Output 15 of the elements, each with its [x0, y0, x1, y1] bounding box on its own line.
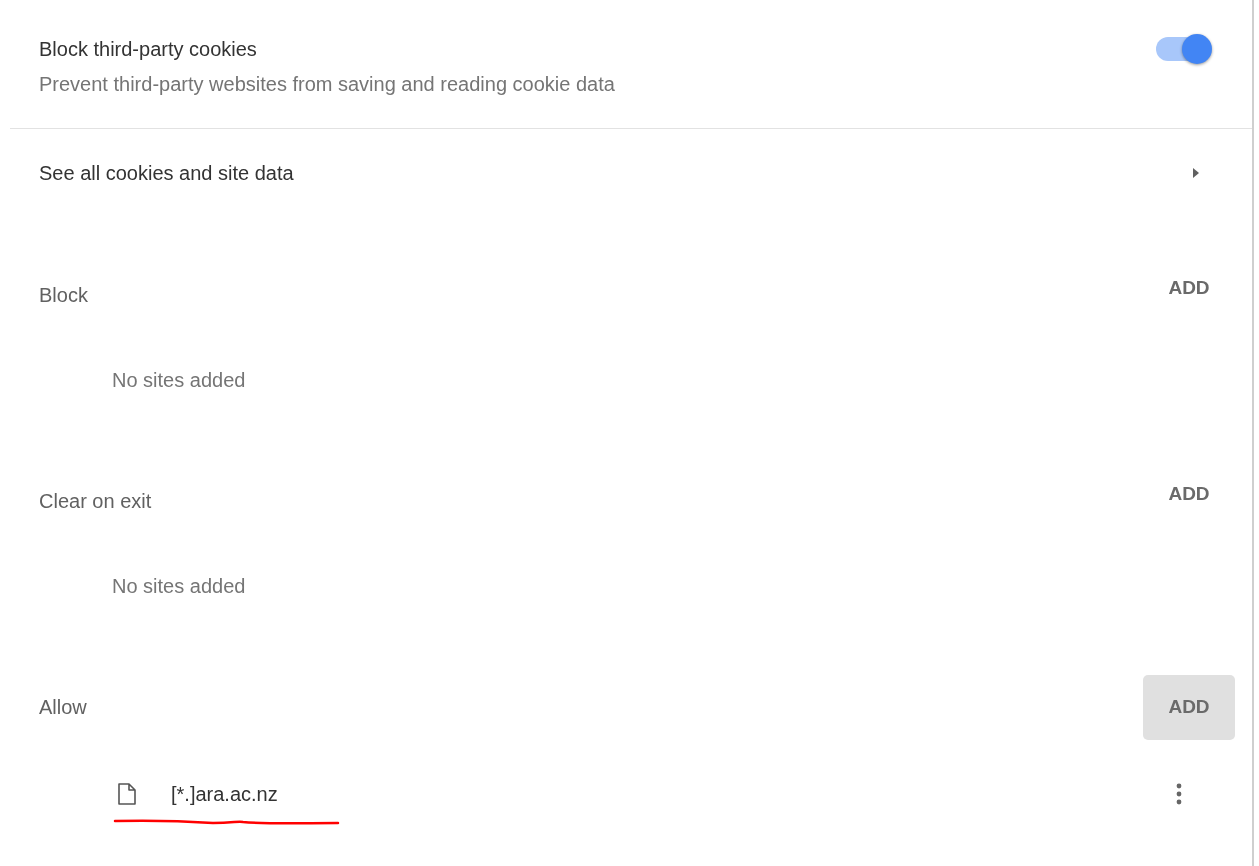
see-all-link[interactable]: See all cookies and site data: [0, 129, 1252, 217]
empty-message: No sites added: [112, 369, 246, 391]
setting-title: Block third-party cookies: [39, 38, 258, 61]
section-title: Allow: [39, 695, 87, 719]
section-title: Clear on exit: [39, 489, 152, 513]
toggle-switch[interactable]: [1156, 37, 1210, 61]
add-button[interactable]: ADD: [1143, 255, 1235, 321]
site-pattern: [*.]ara.ac.nz: [171, 782, 279, 806]
add-button[interactable]: ADD: [1143, 461, 1235, 527]
arrow-right-icon: [1192, 167, 1200, 179]
setting-description: Prevent third-party websites from saving and reading cookie data: [39, 73, 615, 96]
file-icon: [118, 783, 136, 805]
add-button[interactable]: ADD: [1143, 674, 1235, 740]
section-title: Block: [39, 283, 88, 307]
empty-message: No sites added: [112, 575, 246, 597]
